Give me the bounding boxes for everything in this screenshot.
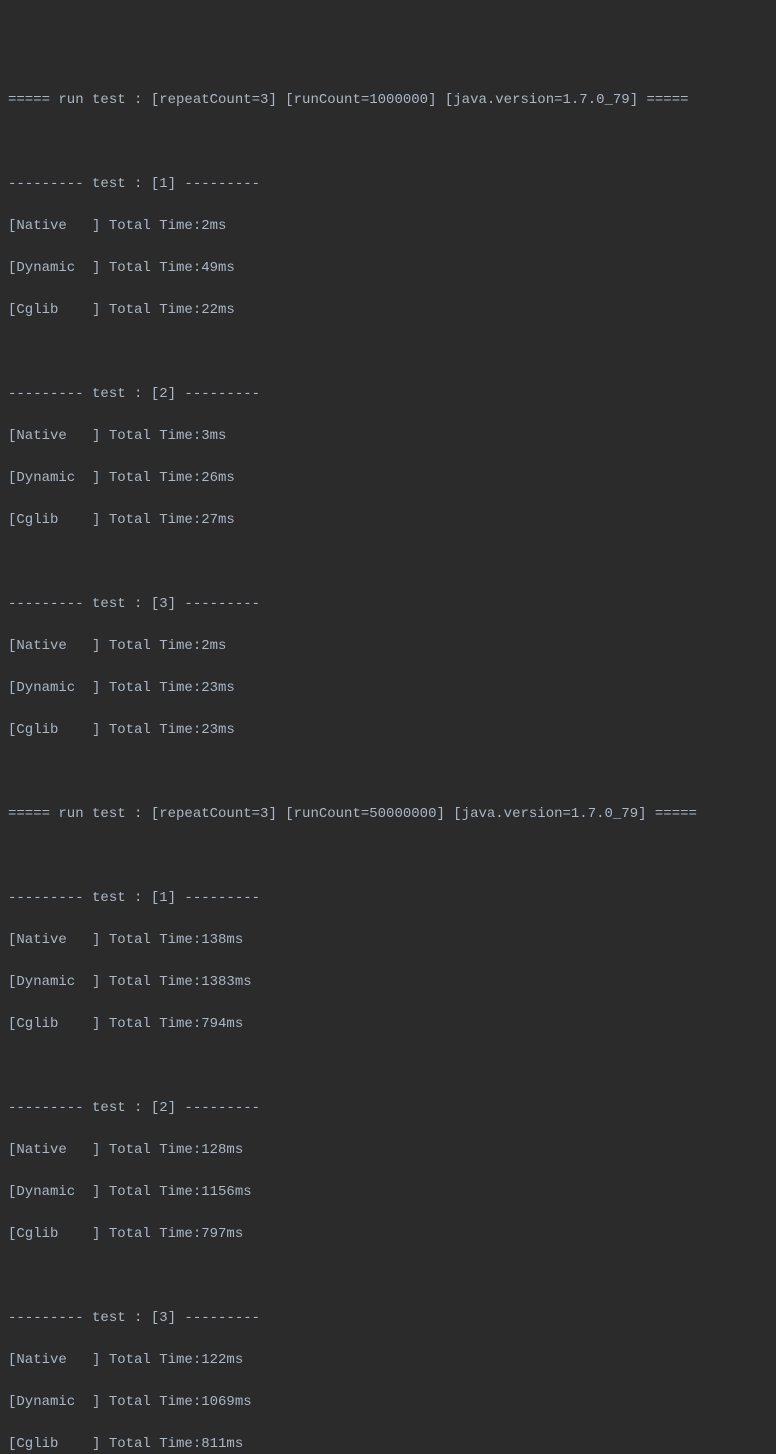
blank-line <box>8 1266 768 1287</box>
run-header: ===== run test : [repeatCount=3] [runCou… <box>8 804 768 825</box>
result-line: [Native ] Total Time:138ms <box>8 930 768 951</box>
blank-line <box>8 132 768 153</box>
result-line: [Cglib ] Total Time:811ms <box>8 1434 768 1454</box>
test-title: --------- test : [2] --------- <box>8 384 768 405</box>
test-title: --------- test : [1] --------- <box>8 174 768 195</box>
blank-line <box>8 342 768 363</box>
result-line: [Dynamic ] Total Time:23ms <box>8 678 768 699</box>
blank-line <box>8 1056 768 1077</box>
blank-line <box>8 762 768 783</box>
test-title: --------- test : [2] --------- <box>8 1098 768 1119</box>
result-line: [Dynamic ] Total Time:49ms <box>8 258 768 279</box>
result-line: [Dynamic ] Total Time:1069ms <box>8 1392 768 1413</box>
result-line: [Native ] Total Time:122ms <box>8 1350 768 1371</box>
blank-line <box>8 552 768 573</box>
run-header: ===== run test : [repeatCount=3] [runCou… <box>8 90 768 111</box>
result-line: [Native ] Total Time:3ms <box>8 426 768 447</box>
result-line: [Cglib ] Total Time:27ms <box>8 510 768 531</box>
test-title: --------- test : [3] --------- <box>8 1308 768 1329</box>
test-title: --------- test : [3] --------- <box>8 594 768 615</box>
result-line: [Native ] Total Time:2ms <box>8 636 768 657</box>
test-title: --------- test : [1] --------- <box>8 888 768 909</box>
result-line: [Native ] Total Time:128ms <box>8 1140 768 1161</box>
result-line: [Dynamic ] Total Time:1383ms <box>8 972 768 993</box>
result-line: [Dynamic ] Total Time:1156ms <box>8 1182 768 1203</box>
result-line: [Cglib ] Total Time:797ms <box>8 1224 768 1245</box>
blank-line <box>8 846 768 867</box>
result-line: [Cglib ] Total Time:794ms <box>8 1014 768 1035</box>
result-line: [Dynamic ] Total Time:26ms <box>8 468 768 489</box>
result-line: [Cglib ] Total Time:23ms <box>8 720 768 741</box>
result-line: [Native ] Total Time:2ms <box>8 216 768 237</box>
result-line: [Cglib ] Total Time:22ms <box>8 300 768 321</box>
